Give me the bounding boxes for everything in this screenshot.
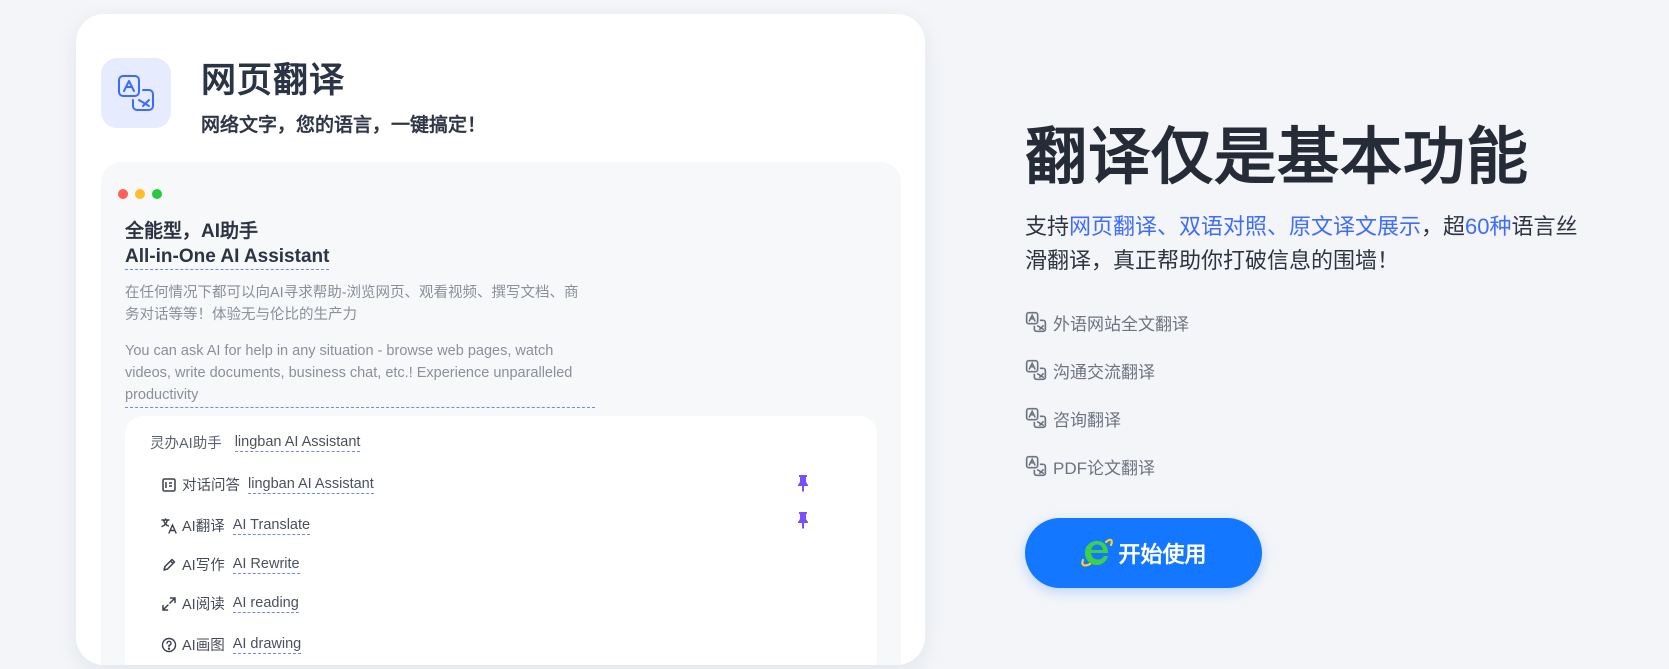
menu-header: 灵办AI助手 lingban AI Assistant <box>150 432 361 453</box>
preview-heading-cn: 全能型，AI助手 <box>125 221 259 242</box>
feature-label: PDF论文翻译 <box>1053 458 1155 478</box>
feature-label: 外语网站全文翻译 <box>1053 314 1189 334</box>
menu-item-label-en: AI reading <box>232 594 299 613</box>
feature-label: 咨询翻译 <box>1053 410 1121 430</box>
feature-item: 外语网站全文翻译 <box>1025 298 1189 346</box>
menu-item-chat[interactable]: 对话问答 lingban AI Assistant <box>159 474 839 495</box>
menu-item-label-en: AI Translate <box>232 516 311 535</box>
preview-heading-en: All-in-One AI Assistant <box>125 246 330 270</box>
feature-list: 外语网站全文翻译 沟通交流翻译 咨询翻译 PDF论文翻译 <box>1025 298 1189 490</box>
hero-desc-text: ，超 <box>1421 214 1466 239</box>
translate-icon <box>1025 310 1049 334</box>
translate-icon <box>159 516 179 536</box>
translate-icon <box>1025 454 1049 478</box>
feature-label: 沟通交流翻译 <box>1053 362 1155 382</box>
menu-item-drawing[interactable]: AI画图 AI drawing <box>159 634 839 655</box>
start-button[interactable]: 开始使用 <box>1025 518 1262 588</box>
pin-icon[interactable] <box>795 511 811 533</box>
menu-item-label-cn: AI写作 <box>182 558 225 574</box>
menu-item-label-en: AI Rewrite <box>232 555 300 574</box>
pin-icon[interactable] <box>795 474 811 496</box>
start-button-label: 开始使用 <box>1118 542 1207 567</box>
translate-icon <box>1025 406 1049 430</box>
hero-desc-highlight: 网页翻译、双语对照、原文译文展示 <box>1069 214 1422 239</box>
assistant-menu: 灵办AI助手 lingban AI Assistant 对话问答 lingban… <box>125 416 877 665</box>
feature-card: 网页翻译 网络文字，您的语言，一键搞定！ 全能型，AI助手 All-in-One… <box>76 14 925 665</box>
menu-item-label-cn: AI翻译 <box>182 519 225 535</box>
card-title: 网页翻译 <box>201 61 346 100</box>
feature-item: PDF论文翻译 <box>1025 442 1189 490</box>
expand-icon <box>159 594 179 614</box>
hero-description: 支持网页翻译、双语对照、原文译文展示，超60种语言丝滑翻译，真正帮助你打破信息的… <box>1025 210 1585 278</box>
menu-item-rewrite[interactable]: AI写作 AI Rewrite <box>159 554 839 575</box>
window-controls <box>118 189 162 199</box>
hero-title: 翻译仅是基本功能 <box>1025 123 1530 192</box>
feature-item: 沟通交流翻译 <box>1025 346 1189 394</box>
maximize-dot <box>152 189 162 199</box>
hero-desc-text: 支持 <box>1025 214 1070 239</box>
menu-item-label-cn: AI画图 <box>182 638 225 654</box>
minimize-dot <box>135 189 145 199</box>
hero-desc-highlight: 60种 <box>1465 214 1512 239</box>
menu-item-translate[interactable]: AI翻译 AI Translate <box>159 512 839 536</box>
preview-desc-cn: 在任何情况下都可以向AI寻求帮助-浏览网页、观看视频、撰写文档、商务对话等等！体… <box>125 285 579 323</box>
menu-item-label-en: AI drawing <box>232 635 302 654</box>
preview-window: 全能型，AI助手 All-in-One AI Assistant 在任何情况下都… <box>101 162 901 665</box>
menu-header-en: lingban AI Assistant <box>234 433 361 452</box>
preview-desc-en: You can ask AI for help in any situation… <box>125 340 595 408</box>
translate-icon <box>1025 358 1049 382</box>
menu-item-reading[interactable]: AI阅读 AI reading <box>159 593 839 614</box>
close-dot <box>118 189 128 199</box>
chat-icon <box>159 475 179 495</box>
menu-item-label-cn: 对话问答 <box>182 478 240 494</box>
card-subtitle: 网络文字，您的语言，一键搞定！ <box>201 115 487 136</box>
menu-item-label-en: lingban AI Assistant <box>248 475 374 494</box>
menu-header-cn: 灵办AI助手 <box>150 436 222 452</box>
pencil-icon <box>159 555 179 575</box>
translate-icon <box>101 58 171 128</box>
ie-browser-icon <box>1080 536 1114 570</box>
help-circle-icon <box>159 635 179 655</box>
feature-item: 咨询翻译 <box>1025 394 1189 442</box>
menu-item-label-cn: AI阅读 <box>182 597 225 613</box>
